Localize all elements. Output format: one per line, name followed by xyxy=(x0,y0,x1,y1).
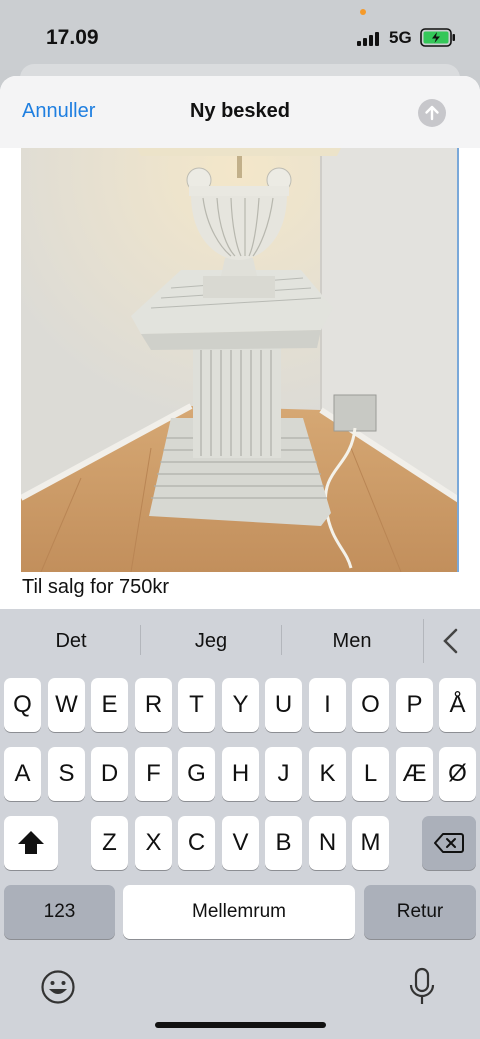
divider xyxy=(423,619,424,663)
key-ae[interactable]: Æ xyxy=(396,747,433,801)
delete-key[interactable] xyxy=(422,816,476,870)
numbers-key[interactable]: 123 xyxy=(4,885,115,939)
network-label: 5G xyxy=(389,28,412,47)
suggestion-item[interactable]: Jeg xyxy=(141,630,281,653)
keyboard: Det Jeg Men Q W E R T Y U I O P Å A S D … xyxy=(0,609,480,1039)
shift-key[interactable] xyxy=(4,816,58,870)
key-j[interactable]: J xyxy=(265,747,302,801)
arrow-up-icon xyxy=(425,105,439,121)
key-t[interactable]: T xyxy=(178,678,215,732)
key-h[interactable]: H xyxy=(222,747,259,801)
privacy-indicator xyxy=(360,9,366,15)
key-x[interactable]: X xyxy=(135,816,172,870)
key-aa[interactable]: Å xyxy=(439,678,476,732)
key-b[interactable]: B xyxy=(265,816,302,870)
key-s[interactable]: S xyxy=(48,747,85,801)
key-g[interactable]: G xyxy=(178,747,215,801)
key-a[interactable]: A xyxy=(4,747,41,801)
key-n[interactable]: N xyxy=(309,816,346,870)
attached-photo[interactable] xyxy=(21,148,459,572)
key-w[interactable]: W xyxy=(48,678,85,732)
chevron-left-icon[interactable] xyxy=(438,627,464,655)
key-l[interactable]: L xyxy=(352,747,389,801)
microphone-icon[interactable] xyxy=(407,967,437,1007)
key-m[interactable]: M xyxy=(352,816,389,870)
backspace-icon xyxy=(434,833,464,853)
key-c[interactable]: C xyxy=(178,816,215,870)
battery-icon xyxy=(420,28,456,47)
key-f[interactable]: F xyxy=(135,747,172,801)
key-q[interactable]: Q xyxy=(4,678,41,732)
key-p[interactable]: P xyxy=(396,678,433,732)
signal-icon xyxy=(357,30,383,46)
suggestion-bar: Det Jeg Men xyxy=(0,609,480,673)
send-button[interactable] xyxy=(418,99,446,127)
key-oe[interactable]: Ø xyxy=(439,747,476,801)
key-r[interactable]: R xyxy=(135,678,172,732)
key-u[interactable]: U xyxy=(265,678,302,732)
shift-icon xyxy=(18,831,44,854)
key-v[interactable]: V xyxy=(222,816,259,870)
return-key[interactable]: Retur xyxy=(364,885,476,939)
key-k[interactable]: K xyxy=(309,747,346,801)
status-bar: 17.09 5G xyxy=(0,0,480,70)
suggestion-item[interactable]: Men xyxy=(282,630,422,653)
status-time: 17.09 xyxy=(46,26,99,49)
key-i[interactable]: I xyxy=(309,678,346,732)
key-z[interactable]: Z xyxy=(91,816,128,870)
space-key[interactable]: Mellemrum xyxy=(123,885,355,939)
emoji-icon[interactable] xyxy=(40,969,76,1005)
key-y[interactable]: Y xyxy=(222,678,259,732)
key-o[interactable]: O xyxy=(352,678,389,732)
sheet-header: Annuller Ny besked xyxy=(0,76,480,148)
key-d[interactable]: D xyxy=(91,747,128,801)
key-e[interactable]: E xyxy=(91,678,128,732)
page-title: Ny besked xyxy=(189,100,291,122)
home-indicator[interactable] xyxy=(155,1022,326,1028)
suggestion-item[interactable]: Det xyxy=(1,630,141,653)
compose-sheet: Annuller Ny besked Til salg for 750kr xyxy=(0,76,480,616)
message-input[interactable]: Til salg for 750kr xyxy=(22,576,169,599)
